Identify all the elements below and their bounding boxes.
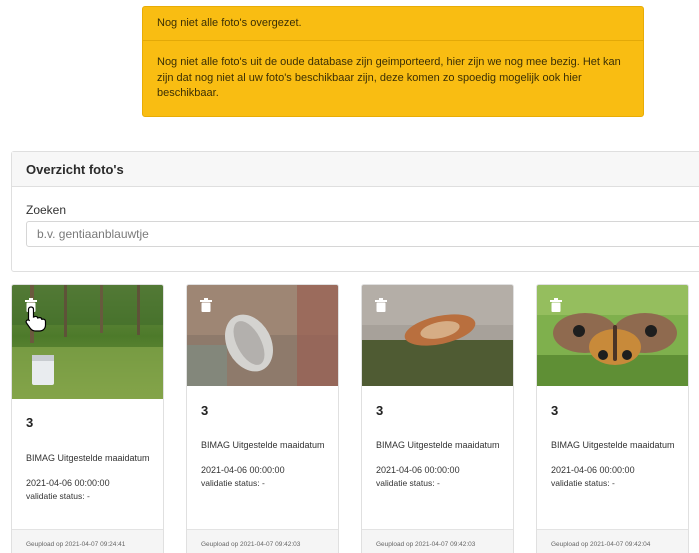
alert-body: Nog niet alle foto's uit de oude databas…: [157, 56, 621, 99]
alert-heading: Nog niet alle foto's overgezet.: [143, 7, 643, 41]
photo-thumbnail[interactable]: [537, 285, 688, 386]
hand-cursor-icon: [25, 306, 47, 332]
photo-date: 2021-04-06 00:00:00: [376, 465, 460, 475]
photo-project: BIMAG Uitgestelde maaidatum: [376, 440, 500, 450]
photo-project: BIMAG Uitgestelde maaidatum: [551, 440, 675, 450]
photo-date: 2021-04-06 00:00:00: [551, 465, 635, 475]
photo-upload-footer: Geupload op 2021-04-07 09:42:03: [362, 529, 513, 553]
trash-icon[interactable]: [200, 298, 212, 312]
photo-card[interactable]: 3 BIMAG Uitgestelde maaidatum 2021-04-06…: [536, 284, 689, 553]
photo-project: BIMAG Uitgestelde maaidatum: [26, 453, 150, 463]
photo-thumbnail[interactable]: [12, 285, 163, 399]
photo-thumbnail[interactable]: [362, 285, 513, 386]
photo-upload-footer: Geupload op 2021-04-07 09:24:41: [12, 529, 163, 553]
photo-thumbnail[interactable]: [187, 285, 338, 386]
trash-icon[interactable]: [550, 298, 562, 312]
photo-card[interactable]: 3 BIMAG Uitgestelde maaidatum 2021-04-06…: [186, 284, 339, 553]
photo-overview-card: Overzicht foto's Zoeken: [11, 151, 699, 272]
overview-title: Overzicht foto's: [12, 152, 699, 187]
photo-upload-footer: Geupload op 2021-04-07 09:42:04: [537, 529, 688, 553]
photo-project: BIMAG Uitgestelde maaidatum: [201, 440, 325, 450]
photo-validation-status: validatie status: -: [26, 491, 90, 501]
photo-validation-status: validatie status: -: [551, 478, 615, 488]
photo-validation-status: validatie status: -: [201, 478, 265, 488]
import-warning-alert: Nog niet alle foto's overgezet. Nog niet…: [142, 6, 644, 117]
photo-title: 3: [201, 403, 209, 418]
photo-title: 3: [26, 415, 34, 430]
photo-date: 2021-04-06 00:00:00: [26, 478, 110, 488]
trash-icon[interactable]: [375, 298, 387, 312]
photo-title: 3: [551, 403, 559, 418]
photo-validation-status: validatie status: -: [376, 478, 440, 488]
search-label: Zoeken: [26, 203, 67, 217]
photo-card[interactable]: 3 BIMAG Uitgestelde maaidatum 2021-04-06…: [361, 284, 514, 553]
photo-title: 3: [376, 403, 384, 418]
photo-date: 2021-04-06 00:00:00: [201, 465, 285, 475]
photo-upload-footer: Geupload op 2021-04-07 09:42:03: [187, 529, 338, 553]
search-input[interactable]: [26, 221, 699, 247]
